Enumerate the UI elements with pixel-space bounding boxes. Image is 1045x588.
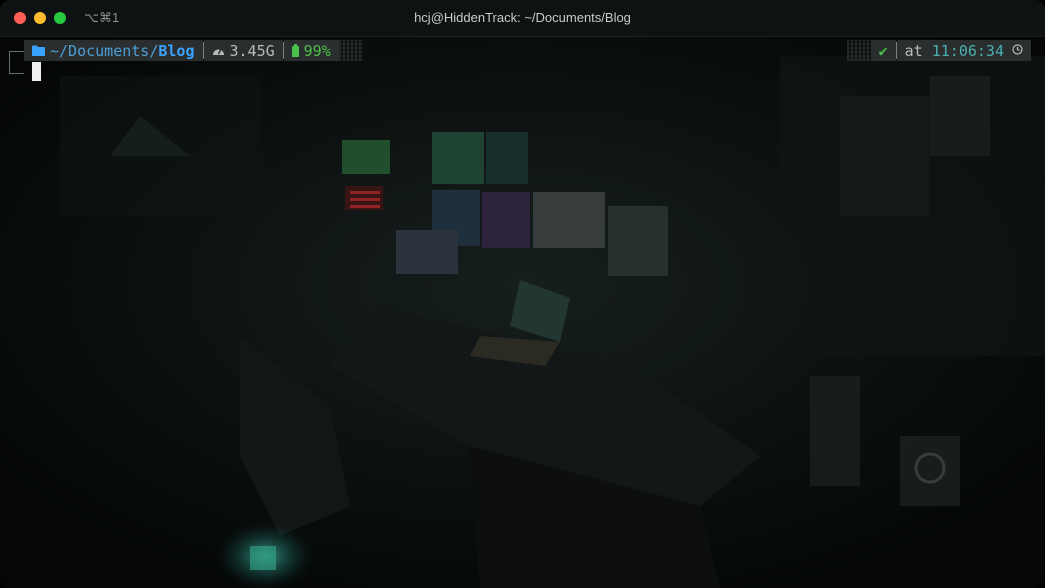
terminal-background-image [0, 36, 1045, 588]
status-ok-icon: ✔ [878, 41, 888, 60]
battery-icon [291, 44, 299, 57]
title-bar: ⌥⌘1 hcj@HiddenTrack: ~/Documents/Blog [0, 0, 1045, 37]
terminal-window: ⌥⌘1 hcj@HiddenTrack: ~/Documents/Blog ~/… [0, 0, 1045, 588]
prompt-left: ~/Documents/Blog 3.45G 99% [24, 40, 363, 61]
battery-segment: 99% [283, 40, 339, 61]
time-segment: at 11:06:34 [896, 40, 1031, 61]
prompt-right: ✔ at 11:06:34 [846, 40, 1031, 61]
prompt-gutter-bracket [9, 51, 24, 74]
time-label: at [904, 41, 923, 60]
path-current: Blog [158, 41, 195, 60]
window-title: hcj@HiddenTrack: ~/Documents/Blog [414, 10, 631, 25]
segment-fade [338, 40, 363, 61]
path-segment: ~/Documents/Blog [24, 40, 203, 61]
path-prefix: ~/Documents/ [50, 41, 159, 60]
folder-icon [32, 45, 45, 56]
gauge-icon [212, 45, 225, 56]
clock-icon [1012, 43, 1023, 58]
memory-value: 3.45G [229, 41, 275, 60]
battery-value: 99% [303, 41, 331, 60]
time-value: 11:06:34 [931, 41, 1004, 60]
segment-fade [846, 40, 871, 61]
text-cursor[interactable] [32, 62, 41, 81]
memory-segment: 3.45G [203, 40, 283, 61]
status-segment: ✔ [870, 40, 896, 61]
